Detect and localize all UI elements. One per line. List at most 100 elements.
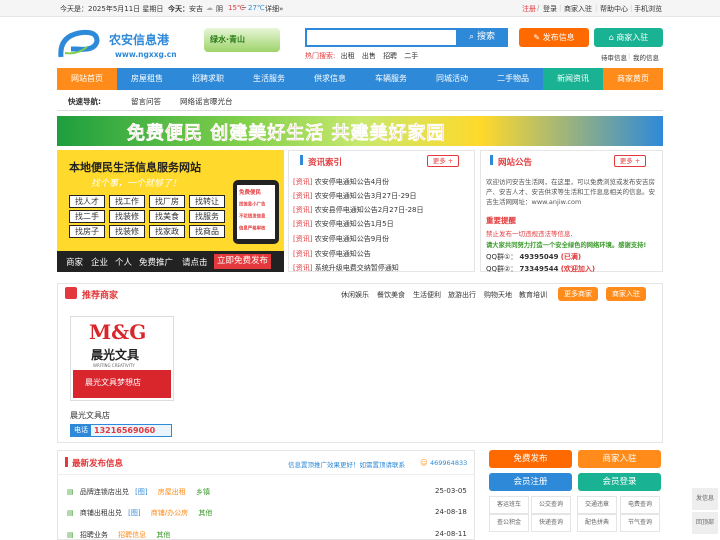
merchant-category[interactable]: 教育培训 bbox=[519, 290, 547, 300]
member-register-button[interactable]: 会员注册 bbox=[489, 473, 572, 491]
nav-jobs[interactable]: 招聘求职 bbox=[178, 68, 238, 90]
nav-vehicles[interactable]: 车辆服务 bbox=[361, 68, 421, 90]
hot-search-item[interactable]: 二手 bbox=[404, 52, 418, 60]
back-to-top-button[interactable]: 回顶部 bbox=[692, 512, 718, 534]
quick-link-qa[interactable]: 留言问答 bbox=[131, 96, 161, 107]
list-item-category: 商铺/办公房 bbox=[150, 509, 189, 517]
list-item-area: 其他 bbox=[198, 509, 213, 517]
tool-link[interactable]: 公交查询 bbox=[531, 496, 571, 514]
ad-footer-item: 企业 bbox=[91, 258, 109, 268]
phone-tag: 找信息小广告 bbox=[239, 202, 266, 208]
merchant-category[interactable]: 购物天地 bbox=[484, 290, 512, 300]
tool-link[interactable]: 配色拼典 bbox=[577, 514, 617, 532]
list-item-title: 品牌连锁店出兑 bbox=[79, 488, 129, 496]
merchant-name[interactable]: 晨光文具店 bbox=[70, 410, 110, 421]
help-link[interactable]: 帮助中心 bbox=[600, 4, 628, 14]
news-item[interactable]: [资讯] 农安停电通知公告3月27日-29日 bbox=[293, 191, 417, 201]
quick-link-rumor[interactable]: 网络谣言曝光台 bbox=[180, 96, 233, 107]
service-ad[interactable]: 本地便民生活信息服务网站 找个事，一个就够了！ 找人才 找工作 找厂房 找转让 … bbox=[57, 150, 284, 272]
qq-label: QQ群①： bbox=[486, 253, 518, 261]
list-item[interactable]: ▤ 品牌连锁店出兑 [图] 房屋出租 乡镇 bbox=[67, 487, 210, 497]
title-marker bbox=[65, 457, 68, 467]
divider: | bbox=[559, 4, 562, 12]
weather-detail-link[interactable]: 详细» bbox=[265, 4, 283, 14]
more-merchants-button[interactable]: 更多商家 bbox=[558, 287, 598, 301]
news-item[interactable]: [资讯] 农安停电通知公告 bbox=[293, 249, 371, 259]
hot-search-label: 热门搜索: bbox=[305, 52, 336, 60]
merchant-join-button[interactable]: ⌂ 商家入驻 bbox=[594, 28, 663, 47]
news-tag: [资讯] bbox=[293, 235, 313, 243]
news-more-button[interactable]: 更多 + bbox=[427, 155, 459, 167]
tool-link[interactable]: 节气查询 bbox=[620, 514, 660, 532]
news-item[interactable]: [资讯] 农安县停电通知公告2月27日-28日 bbox=[293, 205, 424, 215]
login-link[interactable]: 登录 bbox=[543, 4, 557, 14]
ad-footer-item: 商家 bbox=[66, 258, 84, 268]
temp-high: 27℃ bbox=[248, 4, 265, 12]
tool-link[interactable]: 查公积金 bbox=[489, 514, 529, 532]
ad-subtitle: 找个事，一个就够了！ bbox=[91, 179, 182, 189]
hot-search-item[interactable]: 出售 bbox=[362, 52, 376, 60]
member-login-button[interactable]: 会员登录 bbox=[578, 473, 661, 491]
user-icon: ☺ bbox=[420, 458, 428, 467]
search-text-field[interactable] bbox=[307, 30, 455, 45]
merchant-entry-link[interactable]: 商家入驻 bbox=[564, 4, 592, 14]
ad-cta-button[interactable]: 立即免费发布 bbox=[214, 254, 272, 269]
site-logo[interactable]: 农安信息港 www.ngxxg.cn bbox=[57, 27, 187, 65]
merchant-category[interactable]: 餐饮美食 bbox=[377, 290, 405, 300]
merchant-category[interactable]: 旅游出行 bbox=[448, 290, 476, 300]
nav-events[interactable]: 同城活动 bbox=[422, 68, 482, 90]
side-publish-button[interactable]: 免费发布 bbox=[489, 450, 572, 468]
merchant-join-label: 商家入驻 bbox=[616, 33, 649, 42]
ad-item: 找人才 bbox=[69, 195, 105, 208]
mobile-link[interactable]: 手机浏览 bbox=[634, 4, 662, 14]
temp-sep: ~ bbox=[241, 4, 247, 12]
nav-housing[interactable]: 房屋租售 bbox=[117, 68, 177, 90]
qq-group-2[interactable]: QQ群②： 73349544 (欢迎加入) bbox=[486, 264, 595, 274]
tool-link[interactable]: 电费查询 bbox=[620, 496, 660, 514]
promo-qq[interactable]: 469964833 bbox=[430, 459, 467, 467]
nav-home[interactable]: 网站首页 bbox=[57, 68, 117, 90]
merchant-category[interactable]: 生活便利 bbox=[413, 290, 441, 300]
nav-second-hand[interactable]: 二手物品 bbox=[483, 68, 543, 90]
news-item-title: 农安停电通知公告 bbox=[314, 250, 371, 258]
search-button[interactable]: ⌕ 搜索 bbox=[456, 28, 508, 47]
side-merchant-button[interactable]: 商家入驻 bbox=[578, 450, 661, 468]
phone-illustration: 免费便民 找信息小广告 不花钱发信息 信息严格审核 bbox=[233, 180, 279, 244]
merchant-join-button-2[interactable]: 商家入驻 bbox=[606, 287, 646, 301]
qq-number: 49395049 bbox=[519, 253, 559, 261]
float-publish-button[interactable]: 发信息 bbox=[692, 488, 718, 510]
tool-link[interactable]: 客运班车 bbox=[489, 496, 529, 514]
qq-group-1[interactable]: QQ群①： 49395049 (已满) bbox=[486, 252, 581, 262]
list-item-title: 招聘业务 bbox=[79, 531, 108, 539]
quick-nav-label: 快速导航: bbox=[68, 97, 101, 106]
notice-body: 欢迎访问安吉生活网，在这里，可以免费浏览或发布安吉房产、安吉人才、安吉供求等生活… bbox=[486, 178, 655, 206]
nav-news[interactable]: 新闻资讯 bbox=[543, 68, 603, 90]
pending-info-link[interactable]: 待审信息 bbox=[601, 52, 627, 62]
tool-link[interactable]: 快递查询 bbox=[531, 514, 571, 532]
my-info-link[interactable]: 我的信息 bbox=[633, 52, 659, 62]
ad-item: 找家政 bbox=[149, 225, 185, 238]
list-item[interactable]: ▤ 商铺出租出兑 [图] 商铺/办公房 其他 bbox=[67, 508, 212, 518]
weather-city[interactable]: 安吉 bbox=[189, 4, 203, 14]
list-item[interactable]: ▤ 招聘业务 招聘信息 其他 bbox=[67, 530, 170, 540]
promo-banner[interactable]: 免费便民 创建美好生活 共建美好家园 bbox=[57, 116, 663, 146]
tool-link[interactable]: 交通违章 bbox=[577, 496, 617, 514]
publish-button[interactable]: ✎ 发布信息 bbox=[519, 28, 589, 47]
merchant-card-image[interactable]: M&G 晨光文具 WRITING CREATIVITY 晨光文具梦想店 bbox=[70, 316, 174, 401]
register-link[interactable]: 注册 bbox=[522, 4, 536, 14]
search-icon: ⌕ bbox=[469, 32, 477, 42]
ad-item: 找美食 bbox=[149, 210, 185, 223]
news-item[interactable]: [资讯] 农安停电通知公告1月5日 bbox=[293, 219, 394, 229]
news-item[interactable]: [资讯] 系统升级电费交纳暂停通知 bbox=[293, 263, 399, 273]
ad-item: 找服务 bbox=[189, 210, 225, 223]
hot-search-item[interactable]: 招聘 bbox=[383, 52, 397, 60]
news-item[interactable]: [资讯] 农安停电通知公告9月份 bbox=[293, 234, 389, 244]
nav-yellow-pages[interactable]: 商家黄页 bbox=[603, 68, 663, 90]
news-item-title: 农安停电通知公告4月份 bbox=[314, 178, 390, 186]
news-item[interactable]: [资讯] 农安停电通知公告4月份 bbox=[293, 177, 389, 187]
hot-search-item[interactable]: 出租 bbox=[341, 52, 355, 60]
merchant-category[interactable]: 休闲娱乐 bbox=[341, 290, 369, 300]
nav-life-services[interactable]: 生活服务 bbox=[239, 68, 299, 90]
notice-more-button[interactable]: 更多 + bbox=[614, 155, 646, 167]
nav-supply[interactable]: 供求信息 bbox=[300, 68, 360, 90]
